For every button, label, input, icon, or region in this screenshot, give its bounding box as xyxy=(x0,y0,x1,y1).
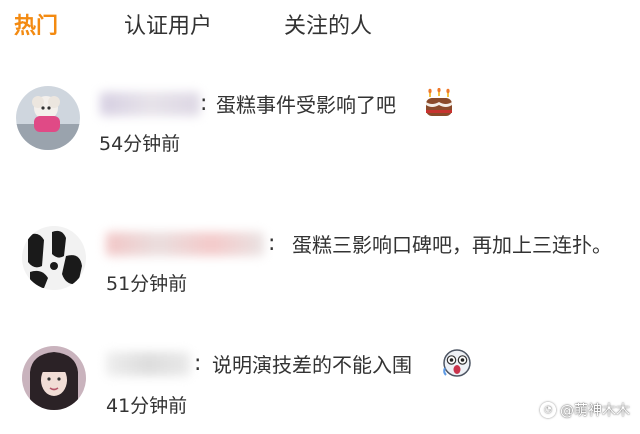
tab-verified-users[interactable]: 认证用户 xyxy=(124,12,212,42)
comment-time: 54分钟前 xyxy=(99,133,181,155)
comment-time: 51分钟前 xyxy=(106,273,188,295)
avatar[interactable] xyxy=(16,86,80,150)
username-redacted[interactable] xyxy=(100,92,200,116)
watermark-text: @萌神木木 xyxy=(560,403,630,419)
comment-time: 41分钟前 xyxy=(106,395,188,417)
tab-following[interactable]: 关注的人 xyxy=(284,12,372,42)
avatar[interactable] xyxy=(22,226,86,290)
avatar[interactable] xyxy=(22,346,86,410)
shocked-face-emoji-icon xyxy=(442,348,472,378)
cake-emoji-icon xyxy=(424,88,454,118)
tab-bar: 热门 认证用户 关注的人 xyxy=(0,0,640,56)
colon: : xyxy=(200,91,208,116)
comment-text: 说明演技差的不能入围 xyxy=(212,353,412,377)
watermark: ◔ @萌神木木 xyxy=(540,400,630,420)
comment-text: 蛋糕三影响口碑吧，再加上三连扑。 xyxy=(292,233,612,257)
colon: : xyxy=(194,351,202,376)
comment-text: 蛋糕事件受影响了吧 xyxy=(216,93,396,117)
username-redacted[interactable] xyxy=(106,232,264,256)
username-redacted[interactable] xyxy=(106,352,190,376)
watermark-logo-icon: ◔ xyxy=(540,402,556,418)
colon: : xyxy=(268,231,276,256)
tab-hot[interactable]: 热门 xyxy=(14,12,58,42)
